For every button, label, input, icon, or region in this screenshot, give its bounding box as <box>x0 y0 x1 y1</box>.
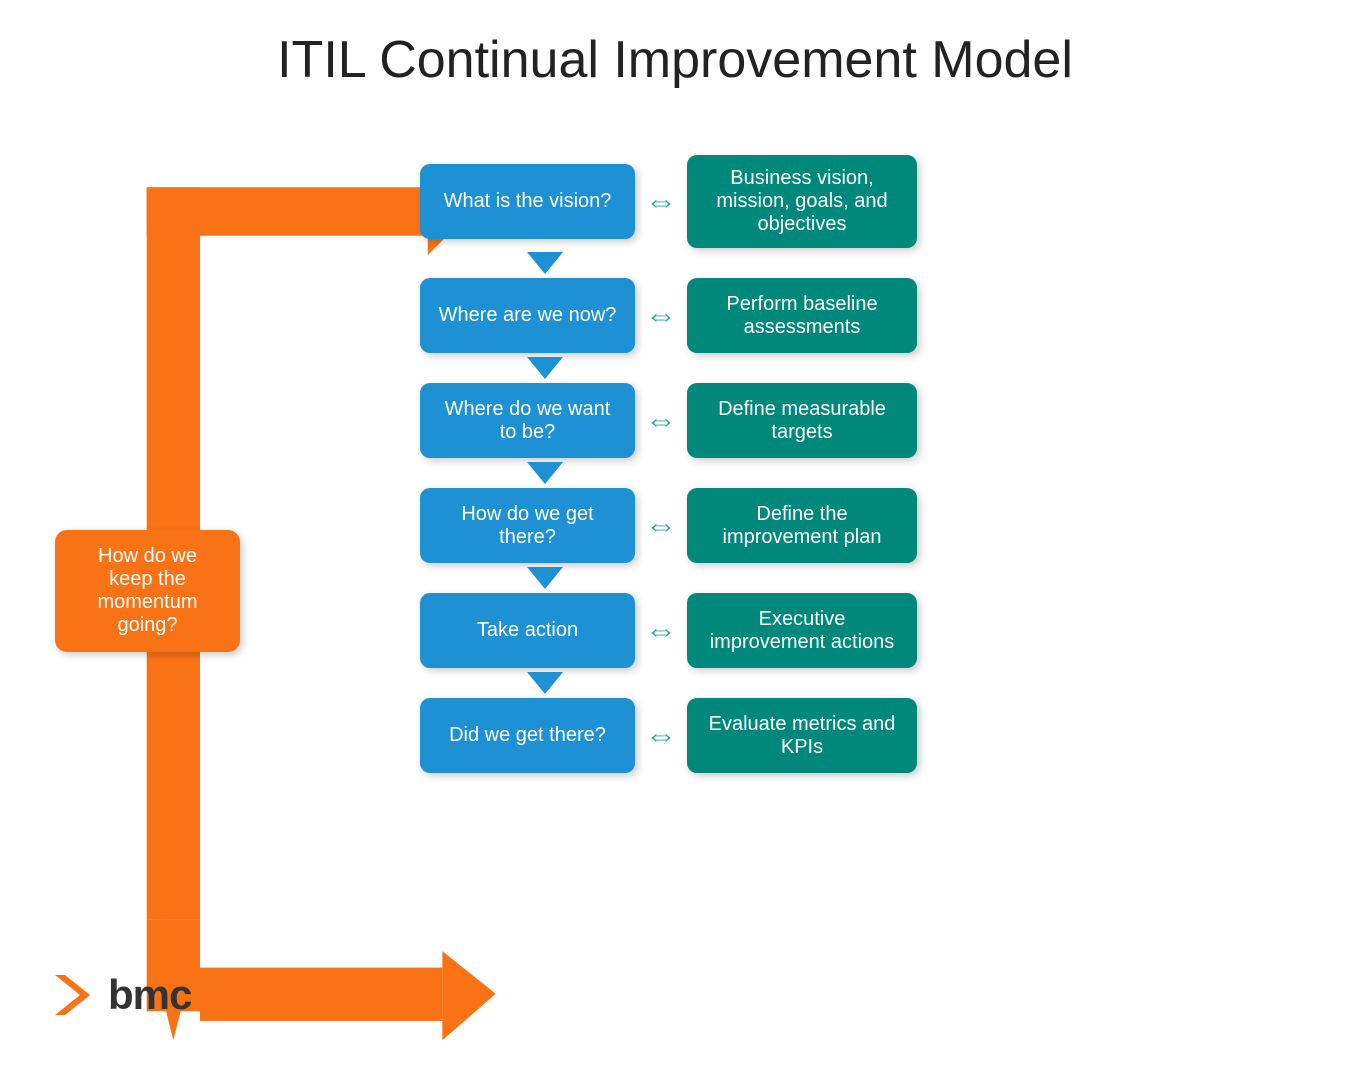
arrow-result: ⇔ <box>645 717 677 754</box>
down-arrow-1 <box>420 248 563 278</box>
momentum-label: How do we keep the momentum going? <box>97 545 197 636</box>
arrow-vision: ⇔ <box>645 183 677 220</box>
flow-box-now: Where are we now? <box>420 278 635 353</box>
down-arrow-shape-2 <box>527 357 563 379</box>
right-box-action: Executive improvement actions <box>687 593 917 668</box>
right-box-now: Perform baseline assessments <box>687 278 917 353</box>
arrow-target: ⇔ <box>645 402 677 439</box>
right-box-how: Define the improvement plan <box>687 488 917 563</box>
down-arrow-shape-3 <box>527 462 563 484</box>
arrow-how: ⇔ <box>645 507 677 544</box>
right-label-action: Executive improvement actions <box>702 608 902 654</box>
main-content: What is the vision? ⇔ Business vision, m… <box>0 100 1350 1050</box>
arrow-now: ⇔ <box>645 297 677 334</box>
row-action: Take action ⇔ Executive improvement acti… <box>420 593 917 668</box>
flow-box-how: How do we get there? <box>420 488 635 563</box>
row-target: Where do we want to be? ⇔ Define measura… <box>420 383 917 458</box>
flow-label-now: Where are we now? <box>439 304 617 327</box>
rows-container: What is the vision? ⇔ Business vision, m… <box>420 155 917 773</box>
flow-box-vision: What is the vision? <box>420 164 635 239</box>
flow-box-result: Did we get there? <box>420 698 635 773</box>
flow-label-result: Did we get there? <box>449 724 606 747</box>
row-how: How do we get there? ⇔ Define the improv… <box>420 488 917 563</box>
flow-label-vision: What is the vision? <box>444 190 612 213</box>
right-label-how: Define the improvement plan <box>702 503 902 549</box>
flow-label-target: Where do we want to be? <box>435 398 620 444</box>
arrow-action: ⇔ <box>645 612 677 649</box>
flow-box-action: Take action <box>420 593 635 668</box>
down-arrow-5 <box>420 668 563 698</box>
down-arrow-shape-5 <box>527 672 563 694</box>
down-arrow-3 <box>420 458 563 488</box>
bmc-chevron-icon <box>50 970 100 1020</box>
right-label-vision: Business vision, mission, goals, and obj… <box>702 167 902 236</box>
flow-label-how: How do we get there? <box>435 503 620 549</box>
momentum-box: How do we keep the momentum going? <box>55 530 240 652</box>
down-arrow-2 <box>420 353 563 383</box>
right-label-now: Perform baseline assessments <box>702 293 902 339</box>
right-box-result: Evaluate metrics and KPIs <box>687 698 917 773</box>
flow-label-action: Take action <box>477 619 578 642</box>
page-title: ITIL Continual Improvement Model <box>0 0 1350 90</box>
down-arrow-shape-1 <box>527 252 563 274</box>
bmc-wordmark: bmc <box>108 971 191 1019</box>
down-arrow-4 <box>420 563 563 593</box>
right-box-vision: Business vision, mission, goals, and obj… <box>687 155 917 248</box>
bmc-logo: bmc <box>50 970 191 1020</box>
row-result: Did we get there? ⇔ Evaluate metrics and… <box>420 698 917 773</box>
flow-box-target: Where do we want to be? <box>420 383 635 458</box>
row-vision: What is the vision? ⇔ Business vision, m… <box>420 155 917 248</box>
row-now: Where are we now? ⇔ Perform baseline ass… <box>420 278 917 353</box>
right-box-target: Define measurable targets <box>687 383 917 458</box>
down-arrow-shape-4 <box>527 567 563 589</box>
right-label-result: Evaluate metrics and KPIs <box>702 713 902 759</box>
right-label-target: Define measurable targets <box>702 398 902 444</box>
